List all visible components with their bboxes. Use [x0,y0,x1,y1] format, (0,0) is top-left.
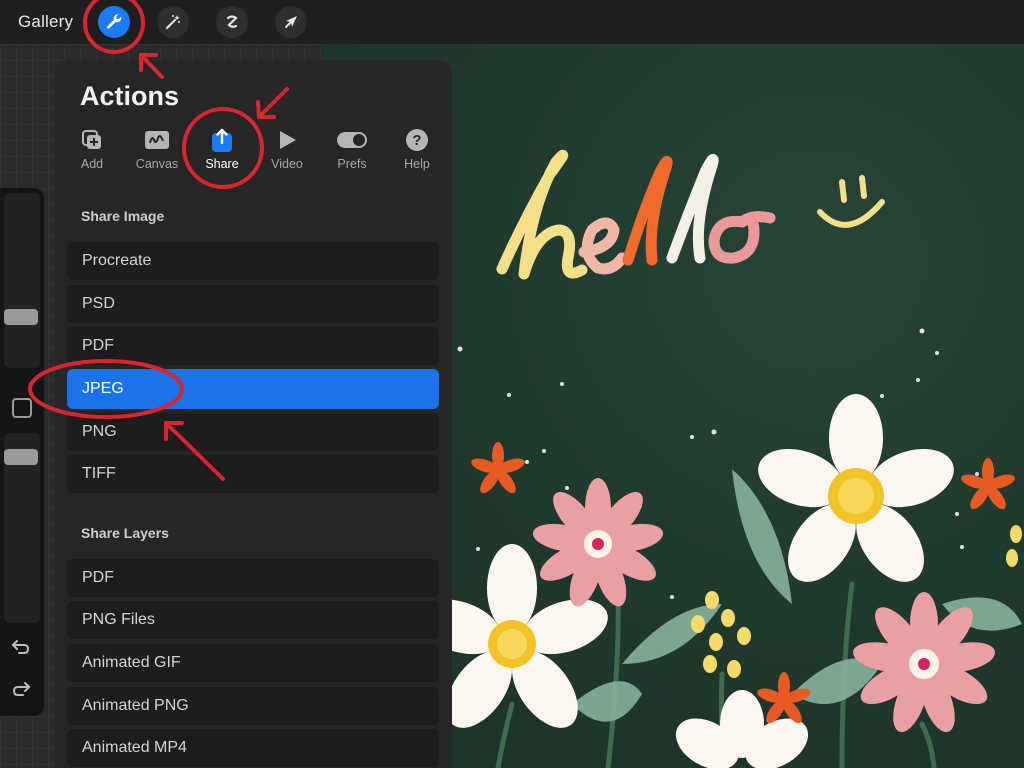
tab-label: Canvas [135,157,179,171]
video-icon [255,128,319,152]
share-pdf-option[interactable]: PDF [67,327,439,365]
selection-icon[interactable] [216,6,248,38]
tab-label: Video [271,157,303,171]
brush-size-slider[interactable] [4,193,40,368]
opacity-slider[interactable] [4,433,40,623]
add-icon [60,128,124,152]
wrench-icon[interactable] [98,6,130,38]
share-psd-option[interactable]: PSD [67,285,439,323]
tab-label: Add [80,157,104,171]
transform-arrow-icon[interactable] [275,6,307,38]
share-procreate-option[interactable]: Procreate [67,242,439,280]
undo-icon[interactable] [11,638,31,661]
help-icon: ? [385,128,449,152]
tab-label: Help [404,157,430,171]
tab-share[interactable]: Share [190,128,254,171]
layers-pdf-option[interactable]: PDF [67,559,439,597]
left-sidebar [0,188,44,716]
layers-png-files-option[interactable]: PNG Files [67,601,439,639]
layers-animated-png-option[interactable]: Animated PNG [67,687,439,725]
layers-animated-mp4-option[interactable]: Animated MP4 [67,729,439,767]
tab-prefs[interactable]: Prefs [320,128,384,171]
layers-animated-gif-option[interactable]: Animated GIF [67,644,439,682]
tab-label: Prefs [337,157,367,171]
share-image-heading: Share Image [81,208,165,224]
svg-text:?: ? [412,132,421,149]
share-tiff-option[interactable]: TIFF [67,455,439,493]
opacity-thumb[interactable] [4,449,38,465]
tab-add[interactable]: Add [60,128,124,171]
canvas-icon [125,128,189,152]
actions-panel: Actions Add Canvas Share Video Prefs ? H… [55,60,452,768]
gallery-button[interactable]: Gallery [18,12,73,32]
prefs-toggle-icon [320,128,384,152]
magic-wand-icon[interactable] [157,6,189,38]
tab-label: Share [205,157,239,171]
modify-button[interactable] [12,398,32,418]
tab-help[interactable]: ? Help [385,128,449,171]
share-jpeg-option[interactable]: JPEG [67,369,439,409]
tab-canvas[interactable]: Canvas [125,128,189,171]
redo-icon[interactable] [11,680,31,703]
share-icon [190,128,254,152]
share-png-option[interactable]: PNG [67,413,439,451]
tab-video[interactable]: Video [255,128,319,171]
brush-size-thumb[interactable] [4,309,38,325]
panel-title: Actions [80,81,180,111]
share-layers-heading: Share Layers [81,525,169,541]
top-toolbar: Gallery [0,0,1024,44]
